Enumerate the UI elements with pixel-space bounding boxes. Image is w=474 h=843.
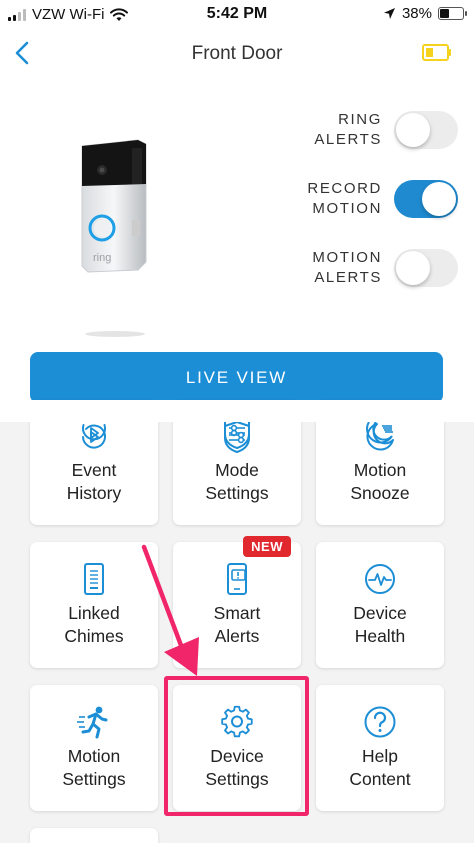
- toggle-knob: [396, 113, 430, 147]
- tile-label: Help Content: [316, 745, 444, 791]
- live-view-button[interactable]: LIVE VIEW: [30, 352, 443, 403]
- tile-partial[interactable]: [30, 828, 158, 843]
- tile-label: Motion Settings: [30, 745, 158, 791]
- tile-label-line2: Settings: [62, 769, 126, 789]
- status-right: 38%: [383, 5, 467, 22]
- motion-alerts-toggle[interactable]: [394, 249, 458, 287]
- ring-alerts-toggle[interactable]: [394, 111, 458, 149]
- highlight-box: [164, 676, 309, 816]
- page-title: Front Door: [191, 43, 283, 64]
- new-badge: NEW: [243, 536, 291, 557]
- device-battery-icon[interactable]: [422, 44, 452, 61]
- tile-label-line1: Motion: [353, 460, 407, 480]
- phone-battery-icon: [438, 7, 467, 20]
- motion-alerts-label-line1: MOTION: [312, 249, 382, 266]
- doorbell-brand: ring: [93, 252, 112, 264]
- tile-label-line1: Device: [353, 603, 407, 623]
- tile-smart-alerts[interactable]: NEW Smart Alerts: [173, 536, 301, 668]
- help-content-icon: [364, 706, 396, 738]
- ring-alerts-label-line1: RING: [338, 111, 382, 128]
- motion-alerts-label: MOTION ALERTS: [292, 248, 382, 288]
- tile-label-line2: Settings: [205, 483, 269, 503]
- header: Front Door: [0, 30, 474, 80]
- tile-label: Motion Snooze: [316, 459, 444, 505]
- record-motion-label-line1: RECORD: [307, 180, 382, 197]
- phone-battery-fill: [440, 9, 450, 18]
- tile-device-health[interactable]: Device Health: [316, 542, 444, 668]
- tile-label-line1: Linked: [68, 603, 120, 623]
- tile-label-line1: Mode: [215, 460, 259, 480]
- tile-label-line1: Motion: [67, 746, 121, 766]
- record-motion-label-line2: MOTION: [312, 200, 382, 217]
- record-motion-row: RECORD MOTION: [292, 179, 458, 219]
- motion-snooze-icon: [366, 422, 393, 444]
- record-motion-toggle[interactable]: [394, 180, 458, 218]
- tile-label-line2: Snooze: [350, 483, 410, 503]
- tile-linked-chimes[interactable]: Linked Chimes: [30, 542, 158, 668]
- device-panel: ring RING ALERTS RECORD MOTION MOTION AL…: [0, 80, 474, 422]
- motion-alerts-label-line2: ALERTS: [314, 269, 382, 286]
- tile-label: Device Health: [316, 602, 444, 648]
- linked-chimes-icon: [84, 563, 104, 595]
- ring-alerts-label: RING ALERTS: [292, 110, 382, 150]
- tile-label: Mode Settings: [173, 459, 301, 505]
- tile-label-line2: Content: [349, 769, 411, 789]
- smart-alerts-icon: [227, 563, 247, 595]
- status-bar: VZW Wi-Fi 5:42 PM 38%: [0, 0, 474, 30]
- tile-label-line2: History: [66, 483, 122, 503]
- tile-label: Linked Chimes: [30, 602, 158, 648]
- motion-settings-icon: [77, 706, 108, 739]
- device-health-icon: [365, 564, 395, 594]
- event-history-icon: [82, 424, 106, 441]
- motion-alerts-row: MOTION ALERTS: [292, 248, 458, 288]
- tile-label: Event History: [30, 459, 158, 505]
- toggle-knob: [396, 251, 430, 285]
- tile-label-line1: Event: [71, 460, 117, 480]
- tile-label: Smart Alerts: [173, 602, 301, 648]
- battery-percent: 38%: [401, 5, 432, 22]
- doorbell-image: [81, 139, 147, 337]
- tile-help-content[interactable]: Help Content: [316, 685, 444, 811]
- mode-settings-icon: [224, 422, 250, 450]
- record-motion-label: RECORD MOTION: [292, 179, 382, 219]
- tile-label-line2: Alerts: [214, 626, 260, 646]
- location-arrow-icon: [383, 8, 395, 19]
- tile-label-line1: Smart: [213, 603, 261, 623]
- tile-motion-settings[interactable]: Motion Settings: [30, 685, 158, 811]
- ring-alerts-row: RING ALERTS: [292, 110, 458, 150]
- tile-label-line1: Help: [362, 746, 398, 766]
- panel-bottom-overlay: [0, 400, 474, 422]
- tile-label-line2: Chimes: [64, 626, 124, 646]
- tile-label-line2: Health: [354, 626, 406, 646]
- ring-alerts-label-line2: ALERTS: [314, 131, 382, 148]
- toggle-knob: [422, 182, 456, 216]
